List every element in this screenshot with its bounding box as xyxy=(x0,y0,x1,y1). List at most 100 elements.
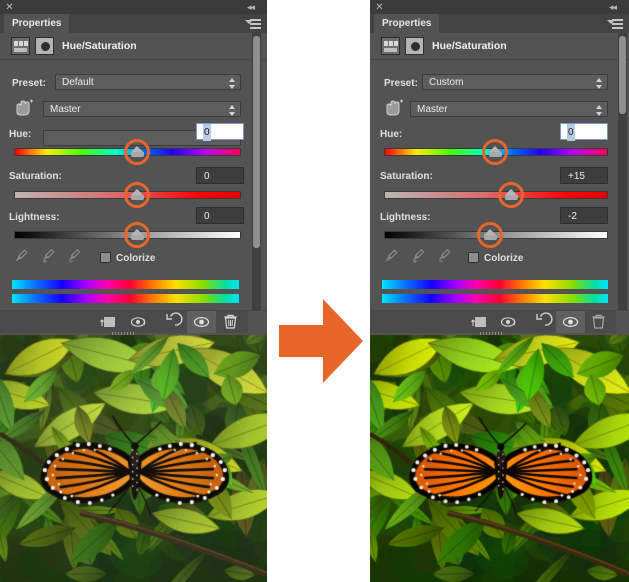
toggle-previous-state-button[interactable] xyxy=(125,311,154,333)
panel-bottom-toolbar xyxy=(0,311,248,333)
saturation-slider-track[interactable] xyxy=(384,191,608,199)
butterfly-image-after xyxy=(370,335,629,582)
panel-body: Hue/Saturation Preset: Custom Master Hue… xyxy=(370,33,629,337)
properties-panel-after: ✕ ◂◂ Properties Hue/Saturation Preset: C… xyxy=(370,0,629,337)
close-icon[interactable]: ✕ xyxy=(5,3,14,13)
preset-label: Preset: xyxy=(384,78,418,89)
hue-slider-knob[interactable] xyxy=(131,146,144,157)
collapse-to-icons-icon[interactable]: ◂◂ xyxy=(609,2,623,12)
hue-label: Hue: xyxy=(380,129,403,140)
lightness-value-field[interactable]: 0 xyxy=(196,207,244,224)
preset-label: Preset: xyxy=(12,78,46,89)
panel-tab-row: Properties xyxy=(0,14,267,33)
color-range-bar-result[interactable] xyxy=(12,294,239,303)
eyedropper-icon[interactable] xyxy=(383,248,399,264)
eyedropper-icon[interactable] xyxy=(13,248,29,264)
divider xyxy=(0,59,267,60)
panel-topbar xyxy=(0,0,267,14)
adjustment-title: Hue/Saturation xyxy=(432,40,507,52)
layer-mask-thumbnail-icon[interactable] xyxy=(35,37,54,55)
saturation-value-field[interactable]: +15 xyxy=(560,167,608,184)
saturation-label: Saturation: xyxy=(9,171,62,182)
photo-before xyxy=(0,335,267,582)
preset-select[interactable]: Default xyxy=(55,74,241,90)
adjustment-title-row: Hue/Saturation xyxy=(370,33,629,59)
properties-panel-before: ✕ ◂◂ Properties Hue/Saturation Preset: D… xyxy=(0,0,267,337)
colorize-checkbox[interactable] xyxy=(468,252,479,263)
eyedropper-subtract-icon[interactable] xyxy=(436,248,452,264)
color-range-bar-source xyxy=(382,280,608,289)
tab-properties[interactable]: Properties xyxy=(4,14,70,33)
hue-slider-knob[interactable] xyxy=(489,146,502,157)
targeted-adjustment-tool-icon[interactable] xyxy=(382,99,404,117)
colorize-label: Colorize xyxy=(484,253,524,264)
channel-select-value: Master xyxy=(417,104,448,115)
reset-button[interactable] xyxy=(156,311,185,333)
hue-saturation-adjustment-icon[interactable] xyxy=(11,37,30,55)
preset-select[interactable]: Custom xyxy=(422,74,608,90)
lightness-label: Lightness: xyxy=(380,212,431,223)
close-icon[interactable]: ✕ xyxy=(375,3,384,13)
clip-to-layer-button[interactable] xyxy=(463,311,492,333)
hue-label: Hue: xyxy=(9,129,32,140)
targeted-adjustment-tool-icon[interactable] xyxy=(12,99,34,117)
lightness-value: 0 xyxy=(204,211,210,222)
saturation-slider-knob[interactable] xyxy=(505,189,518,200)
butterfly-image-before xyxy=(0,335,267,582)
panel-bottom-toolbar xyxy=(370,311,616,333)
lightness-slider-knob[interactable] xyxy=(131,229,144,240)
reset-button[interactable] xyxy=(526,311,555,333)
chevron-updown-icon[interactable] xyxy=(596,78,603,89)
lightness-label: Lightness: xyxy=(9,212,60,223)
lightness-slider-knob[interactable] xyxy=(484,229,497,240)
tab-properties[interactable]: Properties xyxy=(374,14,440,33)
preset-select-value: Custom xyxy=(429,77,464,88)
divider xyxy=(370,59,629,60)
panel-scrollbar-thumb[interactable] xyxy=(253,36,260,248)
photo-after xyxy=(370,335,629,582)
right-arrow-icon xyxy=(277,295,365,387)
lightness-value: -2 xyxy=(568,211,577,222)
delete-adjustment-button[interactable] xyxy=(584,311,613,333)
panel-topbar xyxy=(370,0,629,14)
lightness-value-field[interactable]: -2 xyxy=(560,207,608,224)
panel-tab-row: Properties xyxy=(370,14,629,33)
collapse-to-icons-icon[interactable]: ◂◂ xyxy=(247,2,261,12)
eyedropper-add-icon[interactable] xyxy=(40,248,56,264)
chevron-updown-icon[interactable] xyxy=(596,105,603,116)
toggle-layer-visibility-button[interactable] xyxy=(556,311,585,333)
saturation-value-field[interactable]: 0 xyxy=(196,167,244,184)
saturation-value: +15 xyxy=(568,171,585,182)
hue-saturation-adjustment-icon[interactable] xyxy=(381,37,400,55)
toggle-previous-state-button[interactable] xyxy=(495,311,524,333)
panel-scrollbar-thumb[interactable] xyxy=(619,36,626,114)
saturation-label: Saturation: xyxy=(380,171,433,182)
panel-menu-icon[interactable] xyxy=(607,18,623,29)
colorize-checkbox[interactable] xyxy=(100,252,111,263)
color-range-bar-result[interactable] xyxy=(382,294,608,303)
adjustment-title-row: Hue/Saturation xyxy=(0,33,267,59)
eyedropper-subtract-icon[interactable] xyxy=(66,248,82,264)
adjustment-title: Hue/Saturation xyxy=(62,40,137,52)
hue-value: 0 xyxy=(203,124,211,141)
color-range-bar-source xyxy=(12,280,239,289)
hue-value-field[interactable]: 0 xyxy=(196,123,244,141)
channel-select-value: Master xyxy=(50,104,81,115)
saturation-value: 0 xyxy=(204,171,210,182)
saturation-slider-knob[interactable] xyxy=(131,189,144,200)
preset-select-value: Default xyxy=(62,77,94,88)
layer-mask-thumbnail-icon[interactable] xyxy=(405,37,424,55)
delete-adjustment-button[interactable] xyxy=(216,311,245,333)
toggle-layer-visibility-button[interactable] xyxy=(187,311,216,333)
panel-menu-icon[interactable] xyxy=(245,18,261,29)
chevron-updown-icon[interactable] xyxy=(229,78,236,89)
clip-to-layer-button[interactable] xyxy=(92,311,121,333)
channel-select-main[interactable]: Master xyxy=(43,101,241,117)
eyedropper-add-icon[interactable] xyxy=(410,248,426,264)
channel-select-main[interactable]: Master xyxy=(410,101,608,117)
hue-value: 0 xyxy=(567,124,575,141)
chevron-updown-icon[interactable] xyxy=(229,105,236,116)
colorize-label: Colorize xyxy=(116,253,156,264)
screenshot-root: ✕ ◂◂ Properties Hue/Saturation Preset: D… xyxy=(0,0,629,582)
hue-value-field[interactable]: 0 xyxy=(560,123,608,141)
